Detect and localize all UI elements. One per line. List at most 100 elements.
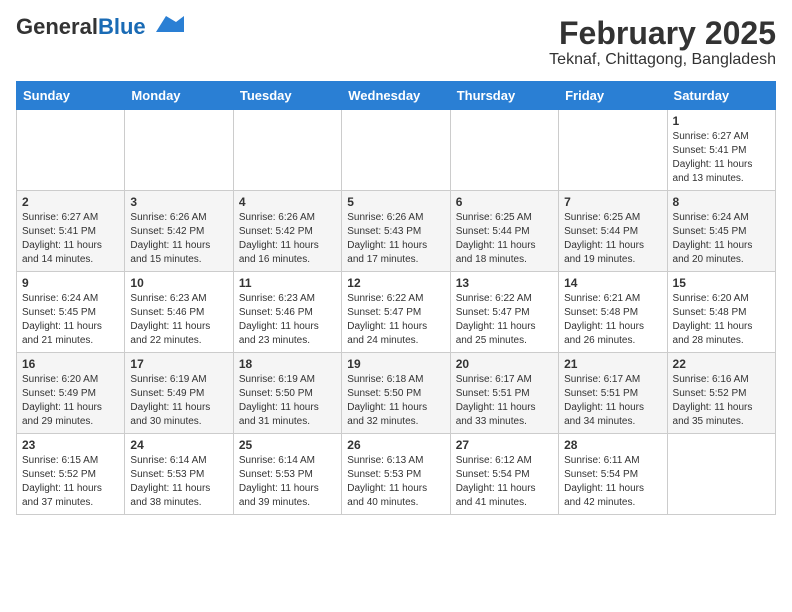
weekday-header: Wednesday <box>342 82 450 110</box>
day-info: Sunrise: 6:14 AM Sunset: 5:53 PM Dayligh… <box>239 454 336 510</box>
day-info: Sunrise: 6:20 AM Sunset: 5:48 PM Dayligh… <box>673 292 770 348</box>
weekday-header: Thursday <box>450 82 558 110</box>
calendar-day-cell: 13 Sunrise: 6:22 AM Sunset: 5:47 PM Dayli… <box>450 272 558 353</box>
day-number: 20 <box>456 357 553 371</box>
calendar-day-cell <box>125 110 233 191</box>
day-number: 4 <box>239 195 336 209</box>
calendar-week-row: 23 Sunrise: 6:15 AM Sunset: 5:52 PM Dayli… <box>17 434 776 515</box>
day-info: Sunrise: 6:27 AM Sunset: 5:41 PM Dayligh… <box>22 211 119 267</box>
day-info: Sunrise: 6:25 AM Sunset: 5:44 PM Dayligh… <box>456 211 553 267</box>
weekday-header: Sunday <box>17 82 125 110</box>
day-number: 23 <box>22 438 119 452</box>
day-info: Sunrise: 6:21 AM Sunset: 5:48 PM Dayligh… <box>564 292 661 348</box>
calendar-day-cell: 5Sunrise: 6:26 AM Sunset: 5:43 PM Daylig… <box>342 191 450 272</box>
calendar-week-row: 1 Sunrise: 6:27 AM Sunset: 5:41 PM Daylig… <box>17 110 776 191</box>
weekday-header: Tuesday <box>233 82 341 110</box>
day-number: 26 <box>347 438 444 452</box>
calendar-table: SundayMondayTuesdayWednesdayThursdayFrid… <box>16 81 776 515</box>
day-info: Sunrise: 6:26 AM Sunset: 5:42 PM Dayligh… <box>239 211 336 267</box>
calendar-day-cell: 21 Sunrise: 6:17 AM Sunset: 5:51 PM Dayli… <box>559 353 667 434</box>
day-info: Sunrise: 6:11 AM Sunset: 5:54 PM Dayligh… <box>564 454 661 510</box>
day-info: Sunrise: 6:17 AM Sunset: 5:51 PM Dayligh… <box>456 373 553 429</box>
day-info: Sunrise: 6:12 AM Sunset: 5:54 PM Dayligh… <box>456 454 553 510</box>
page-header: GeneralBlue February 2025 Teknaf, Chitta… <box>16 16 776 69</box>
calendar-week-row: 9 Sunrise: 6:24 AM Sunset: 5:45 PM Daylig… <box>17 272 776 353</box>
page-title: February 2025 <box>549 16 776 51</box>
day-number: 11 <box>239 276 336 290</box>
weekday-header: Monday <box>125 82 233 110</box>
day-number: 6 <box>456 195 553 209</box>
day-info: Sunrise: 6:24 AM Sunset: 5:45 PM Dayligh… <box>22 292 119 348</box>
calendar-day-cell <box>342 110 450 191</box>
day-info: Sunrise: 6:17 AM Sunset: 5:51 PM Dayligh… <box>564 373 661 429</box>
day-number: 21 <box>564 357 661 371</box>
calendar-day-cell: 24 Sunrise: 6:14 AM Sunset: 5:53 PM Dayli… <box>125 434 233 515</box>
day-number: 3 <box>130 195 227 209</box>
day-info: Sunrise: 6:20 AM Sunset: 5:49 PM Dayligh… <box>22 373 119 429</box>
calendar-day-cell: 9 Sunrise: 6:24 AM Sunset: 5:45 PM Daylig… <box>17 272 125 353</box>
calendar-day-cell: 17Sunrise: 6:19 AM Sunset: 5:49 PM Dayli… <box>125 353 233 434</box>
day-info: Sunrise: 6:24 AM Sunset: 5:45 PM Dayligh… <box>673 211 770 267</box>
calendar-day-cell: 2 Sunrise: 6:27 AM Sunset: 5:41 PM Daylig… <box>17 191 125 272</box>
day-info: Sunrise: 6:18 AM Sunset: 5:50 PM Dayligh… <box>347 373 444 429</box>
calendar-day-cell: 7Sunrise: 6:25 AM Sunset: 5:44 PM Daylig… <box>559 191 667 272</box>
logo: GeneralBlue <box>16 16 184 38</box>
day-info: Sunrise: 6:26 AM Sunset: 5:42 PM Dayligh… <box>130 211 227 267</box>
day-info: Sunrise: 6:14 AM Sunset: 5:53 PM Dayligh… <box>130 454 227 510</box>
day-number: 24 <box>130 438 227 452</box>
calendar-day-cell: 28 Sunrise: 6:11 AM Sunset: 5:54 PM Dayli… <box>559 434 667 515</box>
day-info: Sunrise: 6:19 AM Sunset: 5:50 PM Dayligh… <box>239 373 336 429</box>
calendar-day-cell: 14 Sunrise: 6:21 AM Sunset: 5:48 PM Dayli… <box>559 272 667 353</box>
day-number: 9 <box>22 276 119 290</box>
weekday-header: Friday <box>559 82 667 110</box>
day-number: 12 <box>347 276 444 290</box>
calendar-day-cell: 12 Sunrise: 6:22 AM Sunset: 5:47 PM Dayli… <box>342 272 450 353</box>
logo-icon <box>148 14 184 36</box>
calendar-day-cell: 20 Sunrise: 6:17 AM Sunset: 5:51 PM Dayli… <box>450 353 558 434</box>
day-number: 8 <box>673 195 770 209</box>
day-number: 2 <box>22 195 119 209</box>
day-number: 10 <box>130 276 227 290</box>
day-number: 17 <box>130 357 227 371</box>
day-number: 5 <box>347 195 444 209</box>
day-info: Sunrise: 6:22 AM Sunset: 5:47 PM Dayligh… <box>456 292 553 348</box>
day-number: 27 <box>456 438 553 452</box>
calendar-day-cell: 26 Sunrise: 6:13 AM Sunset: 5:53 PM Dayli… <box>342 434 450 515</box>
calendar-day-cell: 25Sunrise: 6:14 AM Sunset: 5:53 PM Dayli… <box>233 434 341 515</box>
calendar-day-cell <box>450 110 558 191</box>
weekday-header: Saturday <box>667 82 775 110</box>
day-info: Sunrise: 6:27 AM Sunset: 5:41 PM Dayligh… <box>673 130 770 186</box>
calendar-day-cell <box>667 434 775 515</box>
day-info: Sunrise: 6:23 AM Sunset: 5:46 PM Dayligh… <box>130 292 227 348</box>
calendar-day-cell: 10 Sunrise: 6:23 AM Sunset: 5:46 PM Dayli… <box>125 272 233 353</box>
day-number: 16 <box>22 357 119 371</box>
day-number: 7 <box>564 195 661 209</box>
calendar-day-cell: 4 Sunrise: 6:26 AM Sunset: 5:42 PM Daylig… <box>233 191 341 272</box>
calendar-day-cell: 8 Sunrise: 6:24 AM Sunset: 5:45 PM Daylig… <box>667 191 775 272</box>
title-block: February 2025 Teknaf, Chittagong, Bangla… <box>549 16 776 69</box>
calendar-week-row: 16 Sunrise: 6:20 AM Sunset: 5:49 PM Dayli… <box>17 353 776 434</box>
calendar-day-cell <box>233 110 341 191</box>
calendar-day-cell: 6 Sunrise: 6:25 AM Sunset: 5:44 PM Daylig… <box>450 191 558 272</box>
calendar-day-cell: 15Sunrise: 6:20 AM Sunset: 5:48 PM Dayli… <box>667 272 775 353</box>
page-subtitle: Teknaf, Chittagong, Bangladesh <box>549 51 776 69</box>
calendar-day-cell <box>17 110 125 191</box>
day-number: 18 <box>239 357 336 371</box>
day-number: 14 <box>564 276 661 290</box>
day-number: 19 <box>347 357 444 371</box>
calendar-day-cell: 19 Sunrise: 6:18 AM Sunset: 5:50 PM Dayli… <box>342 353 450 434</box>
calendar-day-cell: 16 Sunrise: 6:20 AM Sunset: 5:49 PM Dayli… <box>17 353 125 434</box>
day-number: 1 <box>673 114 770 128</box>
day-number: 28 <box>564 438 661 452</box>
calendar-day-cell: 27 Sunrise: 6:12 AM Sunset: 5:54 PM Dayli… <box>450 434 558 515</box>
day-info: Sunrise: 6:15 AM Sunset: 5:52 PM Dayligh… <box>22 454 119 510</box>
calendar-day-cell <box>559 110 667 191</box>
logo-text: GeneralBlue <box>16 16 146 38</box>
calendar-week-row: 2 Sunrise: 6:27 AM Sunset: 5:41 PM Daylig… <box>17 191 776 272</box>
day-info: Sunrise: 6:13 AM Sunset: 5:53 PM Dayligh… <box>347 454 444 510</box>
calendar-day-cell: 18 Sunrise: 6:19 AM Sunset: 5:50 PM Dayli… <box>233 353 341 434</box>
calendar-day-cell: 23 Sunrise: 6:15 AM Sunset: 5:52 PM Dayli… <box>17 434 125 515</box>
day-number: 13 <box>456 276 553 290</box>
day-info: Sunrise: 6:16 AM Sunset: 5:52 PM Dayligh… <box>673 373 770 429</box>
day-info: Sunrise: 6:22 AM Sunset: 5:47 PM Dayligh… <box>347 292 444 348</box>
